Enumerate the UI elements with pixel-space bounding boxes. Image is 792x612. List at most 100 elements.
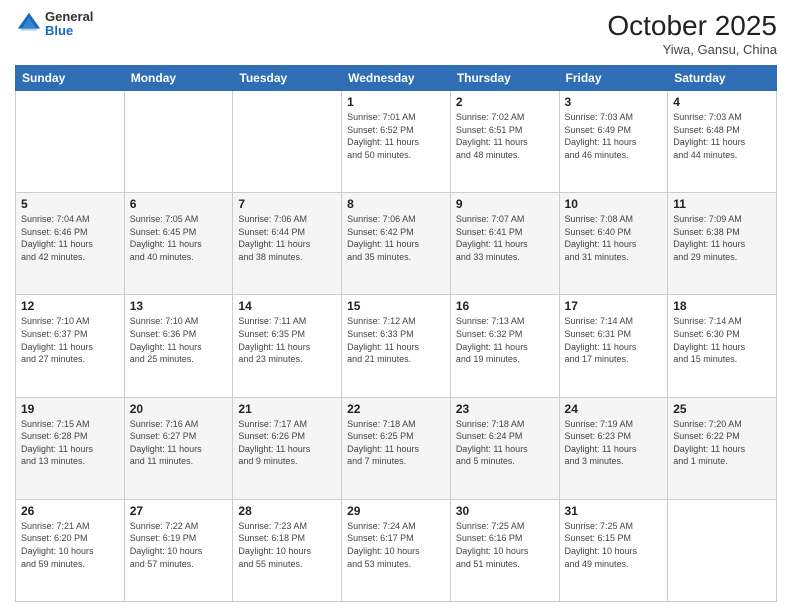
day-number: 16 (456, 299, 554, 313)
day-info: Sunrise: 7:06 AM Sunset: 6:42 PM Dayligh… (347, 213, 445, 263)
day-cell (16, 91, 125, 193)
day-cell: 28 Sunrise: 7:23 AM Sunset: 6:18 PM Dayli… (233, 499, 342, 601)
day-info: Sunrise: 7:12 AM Sunset: 6:33 PM Dayligh… (347, 315, 445, 365)
col-sunday: Sunday (16, 66, 125, 91)
day-cell: 23 Sunrise: 7:18 AM Sunset: 6:24 PM Dayli… (450, 397, 559, 499)
day-number: 10 (565, 197, 663, 211)
day-number: 29 (347, 504, 445, 518)
day-cell: 13 Sunrise: 7:10 AM Sunset: 6:36 PM Dayli… (124, 295, 233, 397)
week-row-3: 12 Sunrise: 7:10 AM Sunset: 6:37 PM Dayli… (16, 295, 777, 397)
week-row-2: 5 Sunrise: 7:04 AM Sunset: 6:46 PM Daylig… (16, 193, 777, 295)
day-cell: 8 Sunrise: 7:06 AM Sunset: 6:42 PM Daylig… (342, 193, 451, 295)
day-number: 25 (673, 402, 771, 416)
day-number: 23 (456, 402, 554, 416)
day-cell: 19 Sunrise: 7:15 AM Sunset: 6:28 PM Dayli… (16, 397, 125, 499)
day-number: 26 (21, 504, 119, 518)
day-number: 27 (130, 504, 228, 518)
header: General Blue October 2025 Yiwa, Gansu, C… (15, 10, 777, 57)
day-number: 30 (456, 504, 554, 518)
day-cell: 9Sunrise: 7:07 AM Sunset: 6:41 PM Daylig… (450, 193, 559, 295)
day-info: Sunrise: 7:13 AM Sunset: 6:32 PM Dayligh… (456, 315, 554, 365)
col-thursday: Thursday (450, 66, 559, 91)
day-cell: 30 Sunrise: 7:25 AM Sunset: 6:16 PM Dayli… (450, 499, 559, 601)
col-friday: Friday (559, 66, 668, 91)
col-wednesday: Wednesday (342, 66, 451, 91)
day-info: Sunrise: 7:25 AM Sunset: 6:16 PM Dayligh… (456, 520, 554, 570)
day-info: Sunrise: 7:03 AM Sunset: 6:49 PM Dayligh… (565, 111, 663, 161)
day-cell: 16 Sunrise: 7:13 AM Sunset: 6:32 PM Dayli… (450, 295, 559, 397)
calendar-table: Sunday Monday Tuesday Wednesday Thursday… (15, 65, 777, 602)
day-number: 6 (130, 197, 228, 211)
day-cell: 11 Sunrise: 7:09 AM Sunset: 6:38 PM Dayli… (668, 193, 777, 295)
week-row-1: 1Sunrise: 7:01 AM Sunset: 6:52 PM Daylig… (16, 91, 777, 193)
day-info: Sunrise: 7:22 AM Sunset: 6:19 PM Dayligh… (130, 520, 228, 570)
page: General Blue October 2025 Yiwa, Gansu, C… (0, 0, 792, 612)
day-info: Sunrise: 7:10 AM Sunset: 6:36 PM Dayligh… (130, 315, 228, 365)
logo: General Blue (15, 10, 93, 39)
day-cell: 31Sunrise: 7:25 AM Sunset: 6:15 PM Dayli… (559, 499, 668, 601)
day-number: 14 (238, 299, 336, 313)
day-info: Sunrise: 7:18 AM Sunset: 6:25 PM Dayligh… (347, 418, 445, 468)
day-number: 17 (565, 299, 663, 313)
day-number: 15 (347, 299, 445, 313)
day-cell: 15 Sunrise: 7:12 AM Sunset: 6:33 PM Dayli… (342, 295, 451, 397)
week-row-4: 19 Sunrise: 7:15 AM Sunset: 6:28 PM Dayli… (16, 397, 777, 499)
day-cell: 4Sunrise: 7:03 AM Sunset: 6:48 PM Daylig… (668, 91, 777, 193)
day-cell: 27 Sunrise: 7:22 AM Sunset: 6:19 PM Dayli… (124, 499, 233, 601)
day-cell: 21Sunrise: 7:17 AM Sunset: 6:26 PM Dayli… (233, 397, 342, 499)
day-cell: 24 Sunrise: 7:19 AM Sunset: 6:23 PM Dayli… (559, 397, 668, 499)
day-number: 7 (238, 197, 336, 211)
day-number: 12 (21, 299, 119, 313)
col-monday: Monday (124, 66, 233, 91)
day-number: 24 (565, 402, 663, 416)
day-info: Sunrise: 7:18 AM Sunset: 6:24 PM Dayligh… (456, 418, 554, 468)
logo-blue-text: Blue (45, 24, 93, 38)
day-info: Sunrise: 7:16 AM Sunset: 6:27 PM Dayligh… (130, 418, 228, 468)
title-area: October 2025 Yiwa, Gansu, China (607, 10, 777, 57)
day-number: 5 (21, 197, 119, 211)
logo-general-text: General (45, 10, 93, 24)
day-info: Sunrise: 7:23 AM Sunset: 6:18 PM Dayligh… (238, 520, 336, 570)
day-info: Sunrise: 7:20 AM Sunset: 6:22 PM Dayligh… (673, 418, 771, 468)
day-info: Sunrise: 7:08 AM Sunset: 6:40 PM Dayligh… (565, 213, 663, 263)
day-info: Sunrise: 7:09 AM Sunset: 6:38 PM Dayligh… (673, 213, 771, 263)
day-number: 9 (456, 197, 554, 211)
day-cell (233, 91, 342, 193)
week-row-5: 26 Sunrise: 7:21 AM Sunset: 6:20 PM Dayli… (16, 499, 777, 601)
day-cell (668, 499, 777, 601)
day-info: Sunrise: 7:04 AM Sunset: 6:46 PM Dayligh… (21, 213, 119, 263)
day-number: 28 (238, 504, 336, 518)
day-info: Sunrise: 7:17 AM Sunset: 6:26 PM Dayligh… (238, 418, 336, 468)
day-info: Sunrise: 7:21 AM Sunset: 6:20 PM Dayligh… (21, 520, 119, 570)
day-info: Sunrise: 7:19 AM Sunset: 6:23 PM Dayligh… (565, 418, 663, 468)
day-number: 19 (21, 402, 119, 416)
day-info: Sunrise: 7:11 AM Sunset: 6:35 PM Dayligh… (238, 315, 336, 365)
location: Yiwa, Gansu, China (607, 42, 777, 57)
day-number: 11 (673, 197, 771, 211)
day-number: 8 (347, 197, 445, 211)
day-info: Sunrise: 7:24 AM Sunset: 6:17 PM Dayligh… (347, 520, 445, 570)
day-cell: 29 Sunrise: 7:24 AM Sunset: 6:17 PM Dayli… (342, 499, 451, 601)
day-cell: 3 Sunrise: 7:03 AM Sunset: 6:49 PM Daylig… (559, 91, 668, 193)
day-cell: 2Sunrise: 7:02 AM Sunset: 6:51 PM Daylig… (450, 91, 559, 193)
day-number: 22 (347, 402, 445, 416)
day-cell: 22 Sunrise: 7:18 AM Sunset: 6:25 PM Dayli… (342, 397, 451, 499)
day-number: 31 (565, 504, 663, 518)
day-number: 13 (130, 299, 228, 313)
day-cell: 20Sunrise: 7:16 AM Sunset: 6:27 PM Dayli… (124, 397, 233, 499)
day-info: Sunrise: 7:15 AM Sunset: 6:28 PM Dayligh… (21, 418, 119, 468)
day-cell: 26 Sunrise: 7:21 AM Sunset: 6:20 PM Dayli… (16, 499, 125, 601)
day-number: 3 (565, 95, 663, 109)
day-cell: 25 Sunrise: 7:20 AM Sunset: 6:22 PM Dayli… (668, 397, 777, 499)
day-cell: 5 Sunrise: 7:04 AM Sunset: 6:46 PM Daylig… (16, 193, 125, 295)
logo-icon (15, 10, 43, 38)
day-cell: 10 Sunrise: 7:08 AM Sunset: 6:40 PM Dayli… (559, 193, 668, 295)
day-info: Sunrise: 7:14 AM Sunset: 6:31 PM Dayligh… (565, 315, 663, 365)
day-number: 2 (456, 95, 554, 109)
day-info: Sunrise: 7:06 AM Sunset: 6:44 PM Dayligh… (238, 213, 336, 263)
day-cell: 14 Sunrise: 7:11 AM Sunset: 6:35 PM Dayli… (233, 295, 342, 397)
logo-text: General Blue (45, 10, 93, 39)
day-cell: 6Sunrise: 7:05 AM Sunset: 6:45 PM Daylig… (124, 193, 233, 295)
day-number: 18 (673, 299, 771, 313)
day-info: Sunrise: 7:10 AM Sunset: 6:37 PM Dayligh… (21, 315, 119, 365)
